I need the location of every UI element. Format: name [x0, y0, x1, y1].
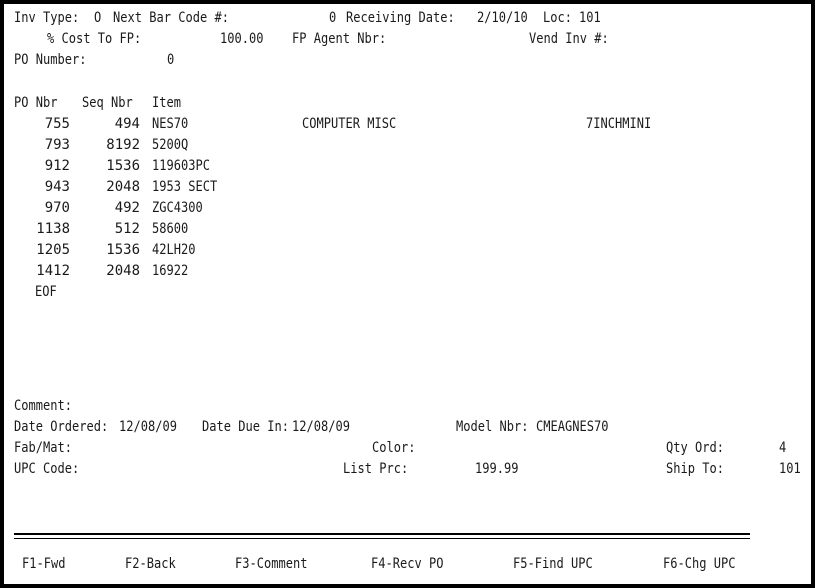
divider-line: [14, 533, 750, 535]
model-nbr-value[interactable]: CMEAGNES70: [536, 419, 608, 435]
ship-to-value[interactable]: 101: [779, 461, 801, 477]
cost-to-fp-label: % Cost To FP:: [47, 31, 142, 47]
row-item: 5200Q: [152, 137, 189, 153]
inv-type-value[interactable]: O: [94, 10, 101, 26]
cost-to-fp-value[interactable]: 100.00: [220, 31, 263, 47]
f6-chg-upc-key[interactable]: F6-Chg UPC: [663, 556, 735, 572]
color-label: Color:: [372, 440, 416, 456]
f1-fwd-key[interactable]: F1-Fwd: [22, 556, 65, 572]
divider-line: [14, 538, 750, 539]
row-seq-nbr: 494: [114, 116, 140, 132]
vend-inv-label: Vend Inv #:: [529, 31, 609, 47]
row-seq-nbr: 8192: [106, 137, 140, 153]
column-header-item: Item: [152, 95, 181, 111]
row-item: ZGC4300: [152, 200, 203, 216]
fp-agent-label: FP Agent Nbr:: [292, 31, 387, 47]
row-item: 119603PC: [152, 158, 210, 174]
ship-to-label: Ship To:: [666, 461, 724, 477]
row-description: COMPUTER MISC: [302, 116, 397, 132]
date-ordered-label: Date Ordered:: [14, 419, 109, 435]
row-model: 7INCHMINI: [586, 116, 652, 132]
f3-comment-key[interactable]: F3-Comment: [235, 556, 307, 572]
f4-recv-po-key[interactable]: F4-Recv PO: [371, 556, 443, 572]
row-po-nbr: 943: [44, 179, 70, 195]
row-po-nbr: 970: [44, 200, 70, 216]
row-seq-nbr: 2048: [106, 263, 140, 279]
loc-label: Loc:: [543, 10, 572, 26]
row-seq-nbr: 2048: [106, 179, 140, 195]
date-ordered-value[interactable]: 12/08/09: [119, 419, 177, 435]
terminal-screen: Inv Type: O Next Bar Code #: 0 Receiving…: [4, 4, 811, 584]
f5-find-upc-key[interactable]: F5-Find UPC: [513, 556, 593, 572]
date-due-value[interactable]: 12/08/09: [292, 419, 350, 435]
terminal-window: Inv Type: O Next Bar Code #: 0 Receiving…: [0, 0, 815, 588]
list-price-label: List Prc:: [343, 461, 409, 477]
column-header-po-nbr: PO Nbr: [14, 95, 58, 111]
next-bar-code-value[interactable]: 0: [329, 10, 336, 26]
receiving-date-value[interactable]: 2/10/10: [477, 10, 528, 26]
po-number-value[interactable]: 0: [167, 52, 174, 68]
upc-code-label: UPC Code:: [14, 461, 80, 477]
column-header-seq-nbr: Seq Nbr: [82, 95, 133, 111]
row-po-nbr: 793: [44, 137, 70, 153]
row-item: 16922: [152, 263, 189, 279]
row-seq-nbr: 1536: [106, 242, 140, 258]
fab-mat-label: Fab/Mat:: [14, 440, 72, 456]
row-item: 58600: [152, 221, 189, 237]
row-po-nbr: 912: [44, 158, 70, 174]
row-seq-nbr: 512: [114, 221, 140, 237]
row-item: NES70: [152, 116, 189, 132]
row-item: 1953 SECT: [152, 179, 218, 195]
next-bar-code-label: Next Bar Code #:: [113, 10, 229, 26]
receiving-date-label: Receiving Date:: [346, 10, 455, 26]
eof-marker: EOF: [35, 284, 57, 300]
f2-back-key[interactable]: F2-Back: [125, 556, 176, 572]
inv-type-label: Inv Type:: [14, 10, 80, 26]
comment-label: Comment:: [14, 398, 72, 414]
po-number-label: PO Number:: [14, 52, 87, 68]
qty-ord-value[interactable]: 4: [779, 440, 786, 456]
row-item: 42LH20: [152, 242, 196, 258]
row-po-nbr: 1138: [36, 221, 70, 237]
model-nbr-label: Model Nbr:: [456, 419, 529, 435]
list-price-value[interactable]: 199.99: [475, 461, 518, 477]
row-seq-nbr: 1536: [106, 158, 140, 174]
row-po-nbr: 755: [44, 116, 70, 132]
qty-ord-label: Qty Ord:: [666, 440, 724, 456]
loc-value[interactable]: 101: [579, 10, 601, 26]
row-po-nbr: 1412: [36, 263, 70, 279]
row-seq-nbr: 492: [114, 200, 140, 216]
date-due-label: Date Due In:: [202, 419, 289, 435]
row-po-nbr: 1205: [36, 242, 70, 258]
